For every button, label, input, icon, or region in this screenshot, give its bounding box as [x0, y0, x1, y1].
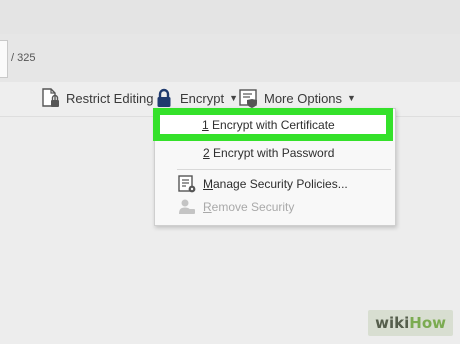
more-options-label: More Options — [264, 90, 343, 106]
menu-item-encrypt-password[interactable]: 2 Encrypt with Password — [155, 142, 395, 164]
security-options-icon — [238, 87, 260, 109]
encrypt-label: Encrypt — [180, 90, 225, 106]
page-total-label: / 325 — [11, 52, 36, 64]
wikihow-watermark: wikiHow — [368, 310, 453, 336]
watermark-part-how: How — [409, 314, 446, 332]
window-top-bar — [0, 0, 460, 34]
watermark-part-wiki: wiki — [375, 314, 410, 332]
remove-security-icon — [177, 197, 197, 220]
lock-icon — [156, 87, 172, 109]
security-policies-icon — [177, 174, 197, 197]
restrict-editing-button[interactable]: Restrict Editing — [40, 87, 153, 109]
more-options-button[interactable]: More Options ▼ — [238, 87, 356, 109]
menu-item-label: Manage Security Policies... — [203, 177, 348, 191]
encrypt-button[interactable]: Encrypt ▼ — [156, 87, 238, 109]
menu-item-label: Remove Security — [203, 200, 295, 214]
chevron-down-icon: ▼ — [347, 93, 356, 103]
restrict-editing-label: Restrict Editing — [66, 90, 154, 106]
page-navigation-bar — [0, 34, 460, 82]
document-lock-icon — [40, 87, 62, 109]
menu-item-label: 1 Encrypt with Certificate — [202, 118, 335, 132]
menu-separator — [177, 169, 391, 170]
menu-item-manage-security-policies[interactable]: Manage Security Policies... — [155, 173, 395, 195]
menu-item-remove-security: Remove Security — [155, 196, 395, 218]
chevron-down-icon: ▼ — [229, 93, 238, 103]
menu-item-label: 2 Encrypt with Password — [203, 146, 335, 160]
page-number-field[interactable] — [0, 40, 8, 78]
menu-item-encrypt-certificate[interactable]: 1 Encrypt with Certificate — [153, 108, 393, 141]
